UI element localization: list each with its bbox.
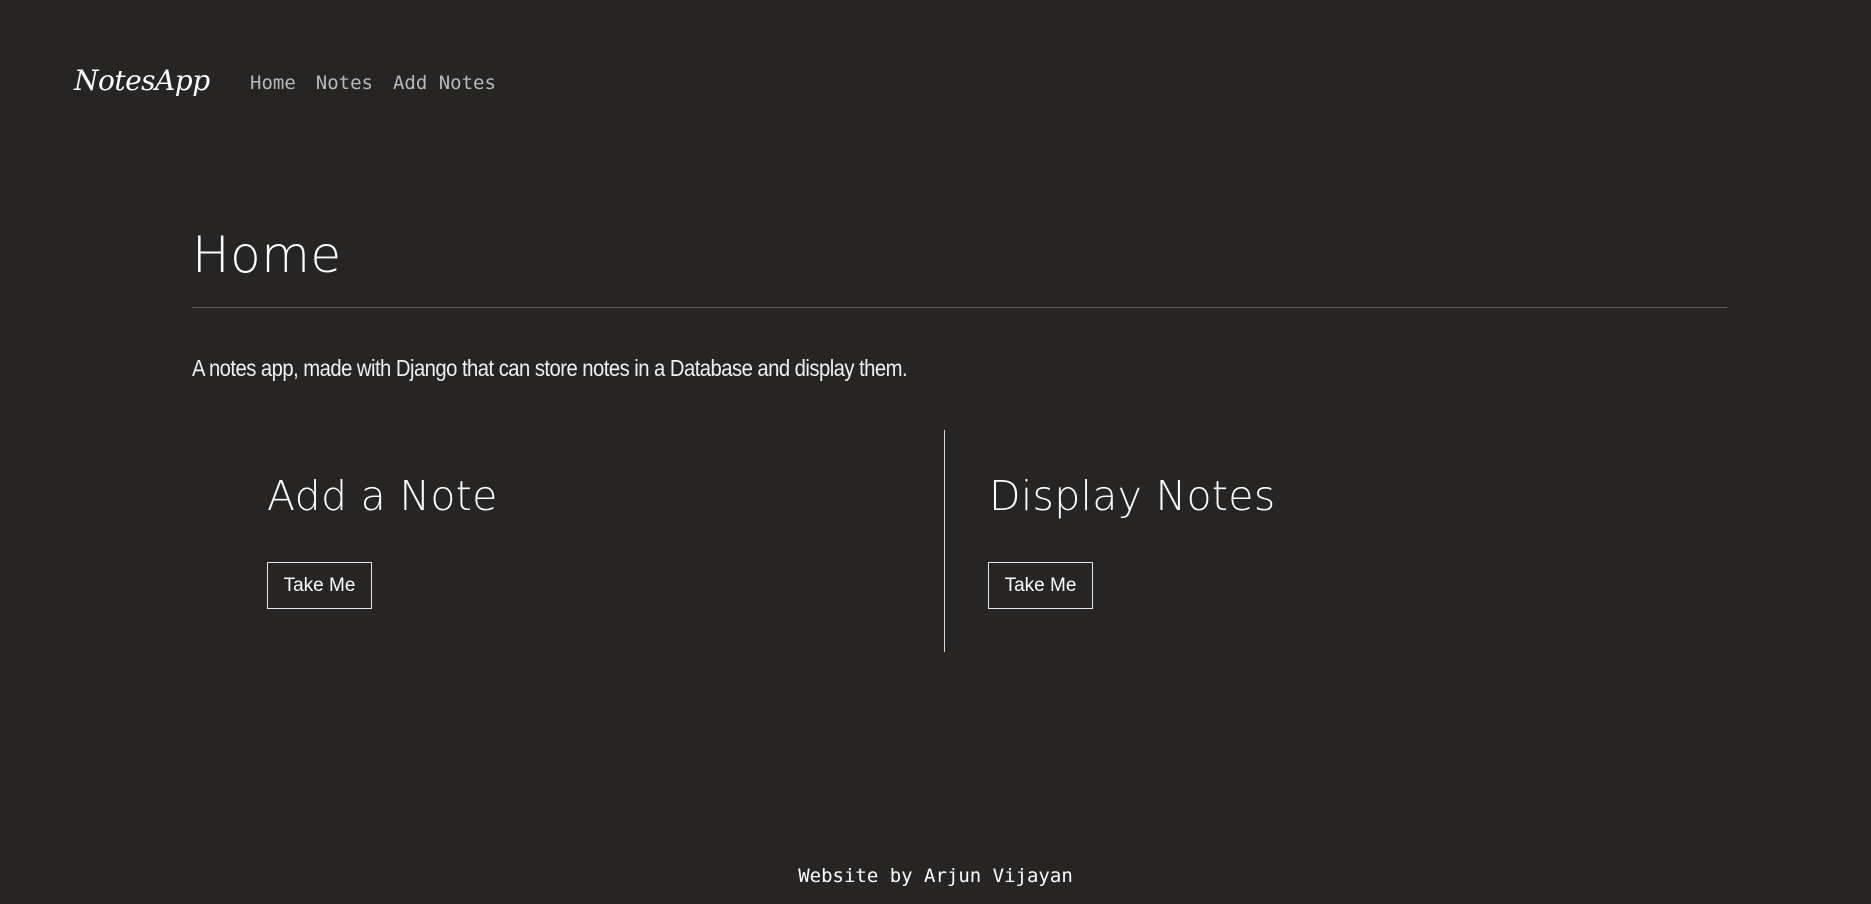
nav-link-home[interactable]: Home: [250, 72, 296, 94]
nav-links: Home Notes Add Notes: [250, 72, 496, 94]
page-title: Home: [192, 226, 342, 284]
display-notes-button[interactable]: Take Me: [988, 562, 1093, 609]
title-divider: [192, 307, 1727, 308]
nav-link-add-notes[interactable]: Add Notes: [393, 72, 496, 94]
page-description: A notes app, made with Django that can s…: [192, 355, 908, 381]
display-notes-title: Display Notes: [989, 472, 1276, 520]
nav-link-notes[interactable]: Notes: [316, 72, 373, 94]
add-note-button[interactable]: Take Me: [267, 562, 372, 609]
vertical-divider: [944, 430, 945, 652]
footer-credit: Website by Arjun Vijayan: [798, 865, 1073, 887]
add-note-title: Add a Note: [267, 472, 498, 520]
brand-logo[interactable]: NotesApp: [74, 64, 210, 97]
